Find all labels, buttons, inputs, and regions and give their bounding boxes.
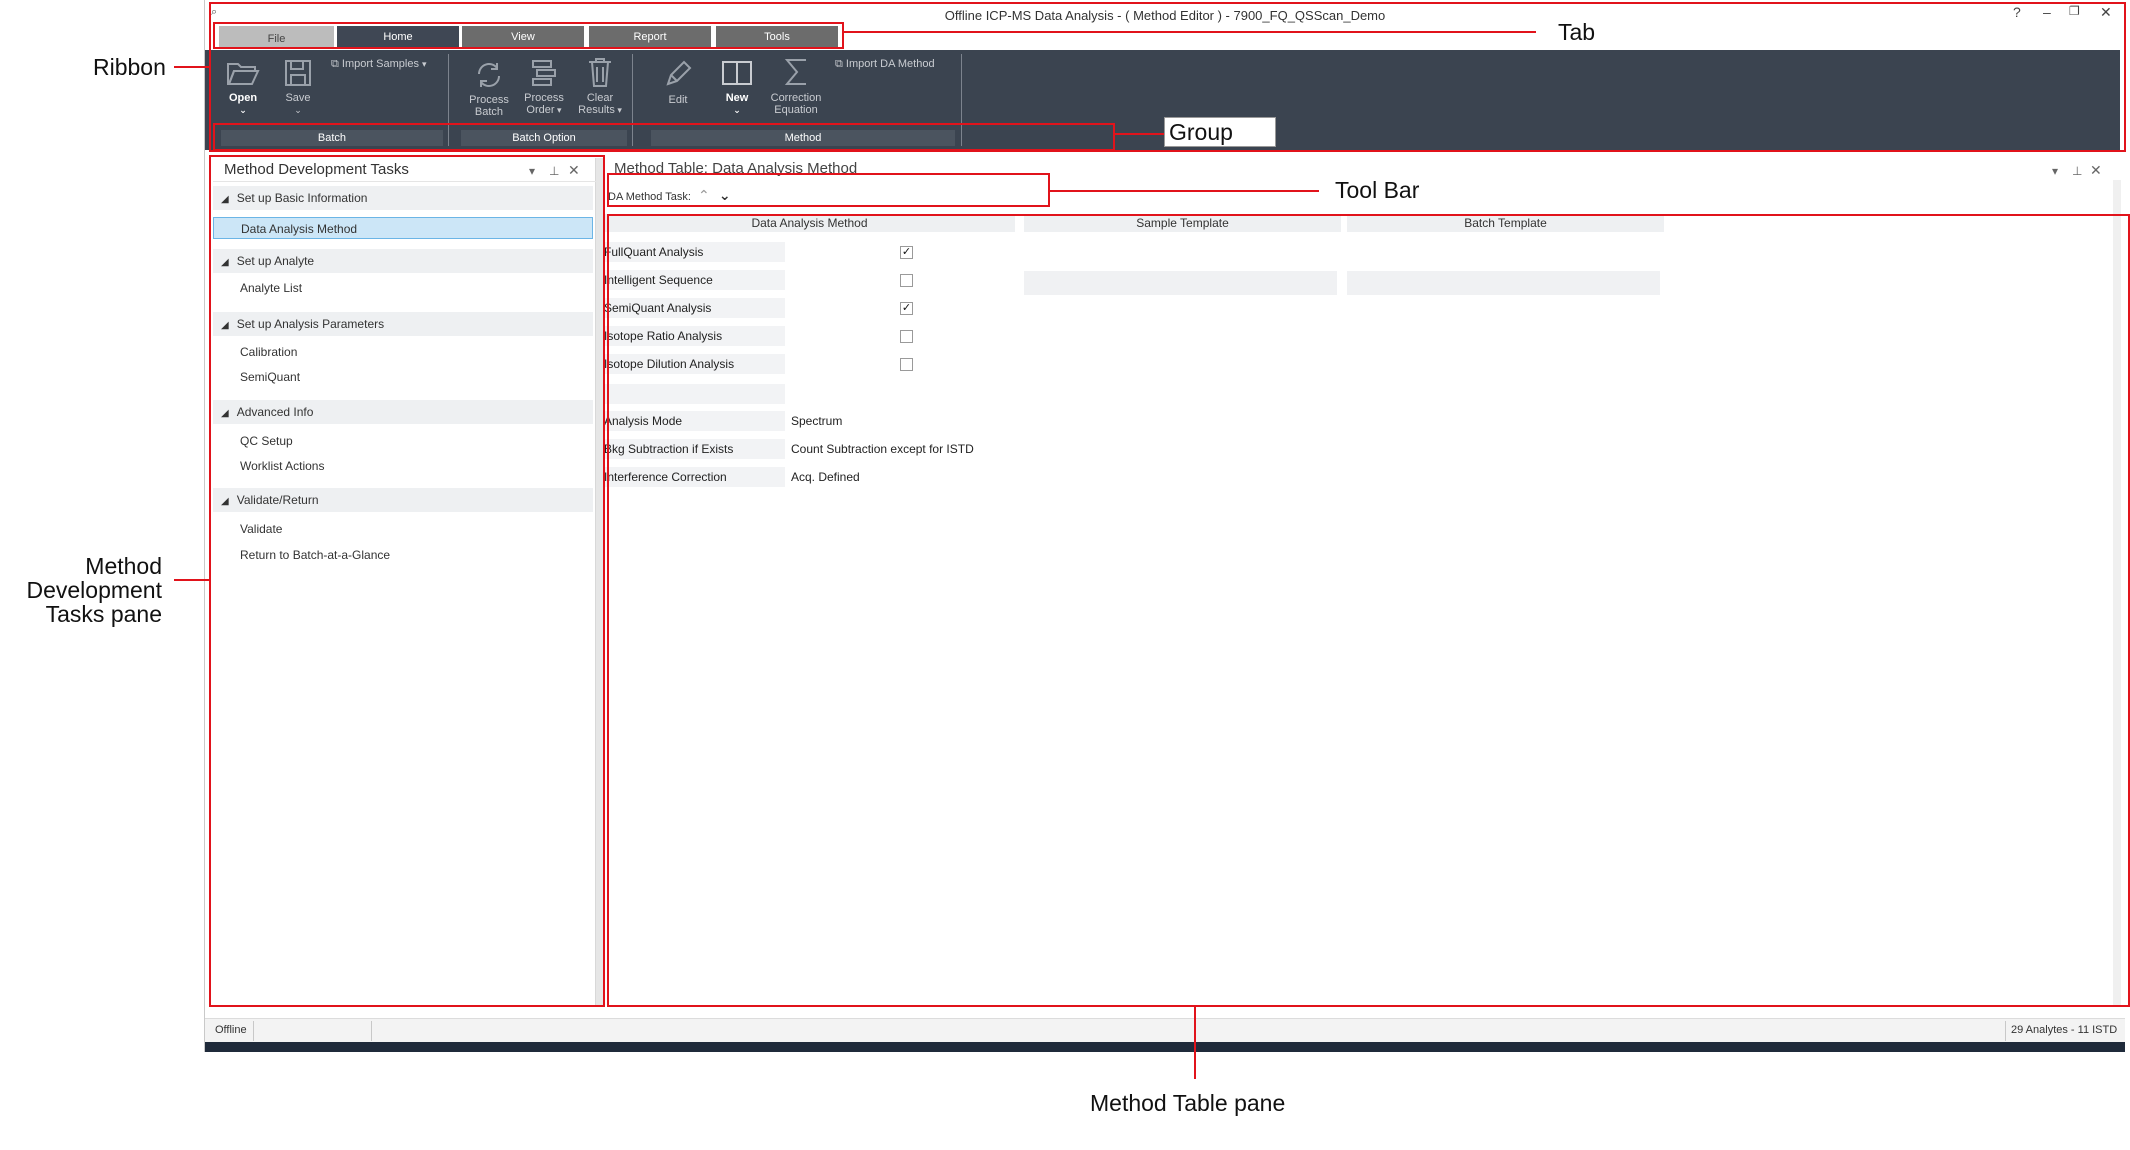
callout-tool-bar: Tool Bar [1335,177,1420,203]
callout-method-table-pane: Method Table pane [1090,1090,1286,1116]
status-divider [2005,1021,2006,1041]
status-analyte-count: 29 Analytes - 11 ISTD [2011,1024,2118,1036]
status-divider [371,1021,372,1041]
pane-menu-icon[interactable]: ▾ [2052,164,2058,178]
os-taskbar [205,1042,2125,1052]
tasks-pane-leader-line [174,579,210,581]
group-highlight-box [213,123,1115,151]
callout-tasks-pane-line-1: Method [85,553,162,579]
method-table-highlight-box [607,214,2130,1007]
status-offline: Offline [215,1024,247,1036]
callout-tab: Tab [1558,19,1596,45]
callout-tasks-pane-line-3: Tasks pane [45,601,162,627]
pin-icon[interactable]: ⊥ [2072,164,2082,178]
tab-highlight-box [213,22,844,49]
tasks-pane-highlight-box [209,155,605,1007]
toolbar-highlight-box [607,173,1050,207]
toolbar-leader-line [1049,190,1319,192]
callout-tasks-pane-line-2: Development [26,577,162,603]
tab-leader-line [843,31,1536,33]
status-bar: Offline 29 Analytes - 11 ISTD [205,1018,2125,1042]
method-table-leader-line [1194,1007,1196,1079]
callout-ribbon: Ribbon [93,54,166,80]
pane-close-icon[interactable]: ✕ [2090,162,2102,179]
ribbon-leader-line [174,66,210,68]
group-leader-line [1114,133,1164,135]
callout-tasks-pane: Method Development Tasks pane [0,554,162,626]
status-divider [253,1021,254,1041]
figure: ⌕ Offline ICP-MS Data Analysis - ( Metho… [0,0,2130,1150]
callout-group: Group [1164,117,1276,147]
